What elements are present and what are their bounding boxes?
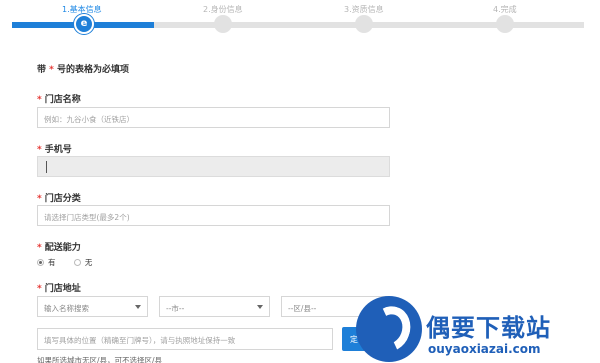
step-label-complete: 4.完成	[493, 5, 517, 14]
delivery-option-no[interactable]: 无	[73, 257, 92, 268]
delivery-label: * 配送能力	[37, 243, 81, 253]
required-notice: 带 * 号的表格为必填项	[37, 65, 130, 75]
city-search-select[interactable]: 输入名称搜索	[37, 296, 148, 317]
district-footnote: 如果所选城市无区/县，可不选择区/县	[37, 356, 163, 363]
step-dot-current: e	[74, 14, 94, 34]
edit-icon: e	[80, 18, 88, 29]
category-label: * 门店分类	[37, 194, 81, 204]
watermark-domain: ouyaoxiazai.com	[428, 342, 541, 356]
delivery-radio-group: 有 无	[37, 257, 108, 268]
required-asterisk: *	[49, 65, 54, 75]
progress-stepper: 1.基本信息 2.身份信息 3.资质信息 4.完成 e	[0, 0, 600, 40]
phone-label: * 手机号	[37, 145, 72, 155]
delivery-option-yes[interactable]: 有	[37, 257, 56, 268]
radio-checked-icon[interactable]	[37, 259, 44, 266]
address-detail-input[interactable]: 填写具体的位置（精确至门牌号），请与执照地址保持一致	[37, 328, 333, 350]
step-label-qualification-info: 3.资质信息	[344, 5, 384, 14]
text-cursor	[46, 161, 47, 173]
radio-unchecked-icon[interactable]	[73, 259, 81, 266]
chevron-down-icon	[135, 305, 141, 309]
city-select[interactable]: --市--	[159, 296, 270, 317]
step-dot-3	[355, 15, 373, 33]
phone-input[interactable]	[37, 156, 390, 177]
store-name-input[interactable]: 例如：九谷小食（近铁店）	[37, 107, 390, 128]
category-input[interactable]: 请选择门店类型(最多2个)	[37, 205, 390, 226]
watermark-brand: 偶要下载站	[426, 314, 551, 342]
step-label-identity-info: 2.身份信息	[203, 5, 243, 14]
step-dot-2	[214, 15, 232, 33]
store-name-label: * 门店名称	[37, 95, 81, 105]
step-dot-4	[496, 15, 514, 33]
chevron-down-icon	[257, 305, 263, 309]
address-label: * 门店地址	[37, 284, 81, 294]
